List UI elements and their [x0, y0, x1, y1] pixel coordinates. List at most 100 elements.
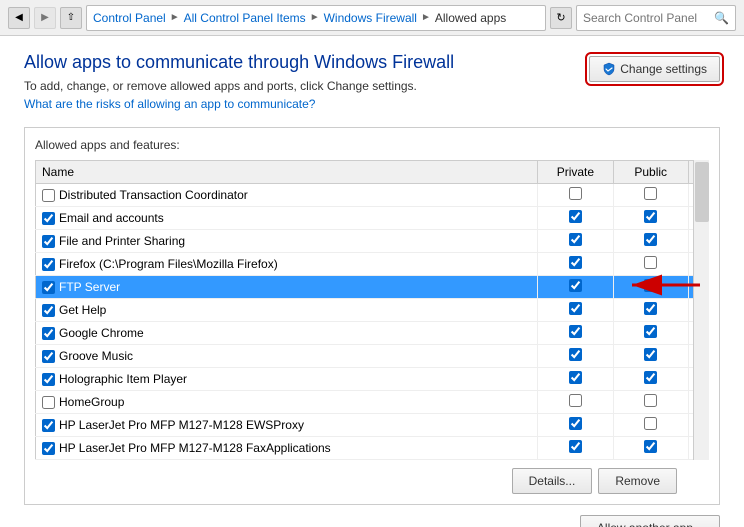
public-checkbox[interactable] — [644, 440, 657, 453]
scrollbar-thumb[interactable] — [695, 162, 709, 222]
private-checkbox[interactable] — [569, 187, 582, 200]
private-checkbox[interactable] — [569, 348, 582, 361]
row-checkbox[interactable] — [42, 442, 55, 455]
public-checkbox[interactable] — [644, 187, 657, 200]
search-box[interactable]: 🔍 — [576, 5, 736, 31]
titlebar: ◀ ▶ ⇧ Control Panel ► All Control Panel … — [0, 0, 744, 36]
row-name-label: Holographic Item Player — [59, 372, 187, 386]
app-list-title: Allowed apps and features: — [35, 138, 709, 152]
row-name-label: HP LaserJet Pro MFP M127-M128 FaxApplica… — [59, 441, 331, 455]
row-checkbox[interactable] — [42, 396, 55, 409]
breadcrumb-nav: ◀ ▶ ⇧ Control Panel ► All Control Panel … — [8, 5, 572, 31]
private-checkbox[interactable] — [569, 417, 582, 430]
table-row[interactable]: Email and accounts — [36, 207, 709, 230]
breadcrumb-sep-3: ► — [421, 12, 431, 23]
row-checkbox[interactable] — [42, 212, 55, 225]
row-checkbox[interactable] — [42, 327, 55, 340]
table-cell-public — [613, 230, 688, 253]
row-name-label: Google Chrome — [59, 326, 144, 340]
public-checkbox[interactable] — [644, 279, 657, 292]
row-checkbox[interactable] — [42, 235, 55, 248]
table-row[interactable]: Holographic Item Player — [36, 368, 709, 391]
table-cell-public — [613, 368, 688, 391]
breadcrumb-control-panel[interactable]: Control Panel — [93, 11, 166, 25]
table-cell-private — [538, 276, 613, 299]
row-name-label: Groove Music — [59, 349, 133, 363]
table-cell-name: Distributed Transaction Coordinator — [36, 184, 538, 207]
table-header-row: Name Private Public — [36, 161, 709, 184]
private-checkbox[interactable] — [569, 210, 582, 223]
row-checkbox[interactable] — [42, 281, 55, 294]
shield-icon — [602, 62, 616, 76]
table-row[interactable]: HomeGroup — [36, 391, 709, 414]
table-cell-name: Firefox (C:\Program Files\Mozilla Firefo… — [36, 253, 538, 276]
table-cell-private — [538, 391, 613, 414]
allow-another-button[interactable]: Allow another app... — [580, 515, 720, 527]
public-checkbox[interactable] — [644, 371, 657, 384]
table-cell-public — [613, 345, 688, 368]
row-checkbox[interactable] — [42, 189, 55, 202]
refresh-button[interactable]: ↻ — [550, 7, 572, 29]
breadcrumb-all-items[interactable]: All Control Panel Items — [184, 11, 306, 25]
public-checkbox[interactable] — [644, 348, 657, 361]
details-button[interactable]: Details... — [512, 468, 593, 494]
row-checkbox[interactable] — [42, 350, 55, 363]
public-checkbox[interactable] — [644, 417, 657, 430]
breadcrumb-firewall[interactable]: Windows Firewall — [324, 11, 417, 25]
remove-button[interactable]: Remove — [598, 468, 677, 494]
back-button[interactable]: ◀ — [8, 7, 30, 29]
forward-button[interactable]: ▶ — [34, 7, 56, 29]
table-row[interactable]: Get Help — [36, 299, 709, 322]
table-cell-public — [613, 391, 688, 414]
table-cell-public — [613, 299, 688, 322]
change-settings-button[interactable]: Change settings — [589, 56, 720, 82]
table-wrapper: Name Private Public Distributed Transact… — [35, 160, 709, 460]
row-checkbox[interactable] — [42, 419, 55, 432]
row-checkbox[interactable] — [42, 258, 55, 271]
row-checkbox[interactable] — [42, 373, 55, 386]
table-row[interactable]: FTP Server — [36, 276, 709, 299]
private-checkbox[interactable] — [569, 440, 582, 453]
table-row[interactable]: HP LaserJet Pro MFP M127-M128 EWSProxy — [36, 414, 709, 437]
breadcrumb-sep-1: ► — [170, 12, 180, 23]
risks-link[interactable]: What are the risks of allowing an app to… — [24, 97, 315, 111]
breadcrumb-current: Allowed apps — [435, 11, 506, 25]
private-checkbox[interactable] — [569, 256, 582, 269]
private-checkbox[interactable] — [569, 279, 582, 292]
table-row[interactable]: Distributed Transaction Coordinator — [36, 184, 709, 207]
table-cell-public — [613, 322, 688, 345]
search-input[interactable] — [583, 11, 710, 25]
table-row[interactable]: File and Printer Sharing — [36, 230, 709, 253]
row-name-label: FTP Server — [59, 280, 120, 294]
table-cell-name: Get Help — [36, 299, 538, 322]
table-row[interactable]: Firefox (C:\Program Files\Mozilla Firefo… — [36, 253, 709, 276]
public-checkbox[interactable] — [644, 325, 657, 338]
up-button[interactable]: ⇧ — [60, 7, 82, 29]
app-table: Name Private Public Distributed Transact… — [35, 160, 709, 460]
public-checkbox[interactable] — [644, 256, 657, 269]
table-row[interactable]: Groove Music — [36, 345, 709, 368]
private-checkbox[interactable] — [569, 302, 582, 315]
table-row[interactable]: HP LaserJet Pro MFP M127-M128 FaxApplica… — [36, 437, 709, 460]
search-icon: 🔍 — [714, 11, 729, 25]
change-settings-label: Change settings — [620, 62, 707, 76]
col-header-private: Private — [538, 161, 613, 184]
row-checkbox[interactable] — [42, 304, 55, 317]
table-cell-private — [538, 230, 613, 253]
table-cell-private — [538, 322, 613, 345]
scrollbar-track[interactable] — [693, 160, 709, 460]
row-name-label: File and Printer Sharing — [59, 234, 185, 248]
private-checkbox[interactable] — [569, 325, 582, 338]
table-cell-name: HomeGroup — [36, 391, 538, 414]
public-checkbox[interactable] — [644, 302, 657, 315]
details-remove-row: Details... Remove — [35, 468, 693, 494]
public-checkbox[interactable] — [644, 394, 657, 407]
public-checkbox[interactable] — [644, 233, 657, 246]
public-checkbox[interactable] — [644, 210, 657, 223]
bottom-section: Allow another app... OK Cancel — [24, 515, 720, 527]
table-row[interactable]: Google Chrome — [36, 322, 709, 345]
private-checkbox[interactable] — [569, 371, 582, 384]
private-checkbox[interactable] — [569, 394, 582, 407]
table-cell-name: Google Chrome — [36, 322, 538, 345]
private-checkbox[interactable] — [569, 233, 582, 246]
